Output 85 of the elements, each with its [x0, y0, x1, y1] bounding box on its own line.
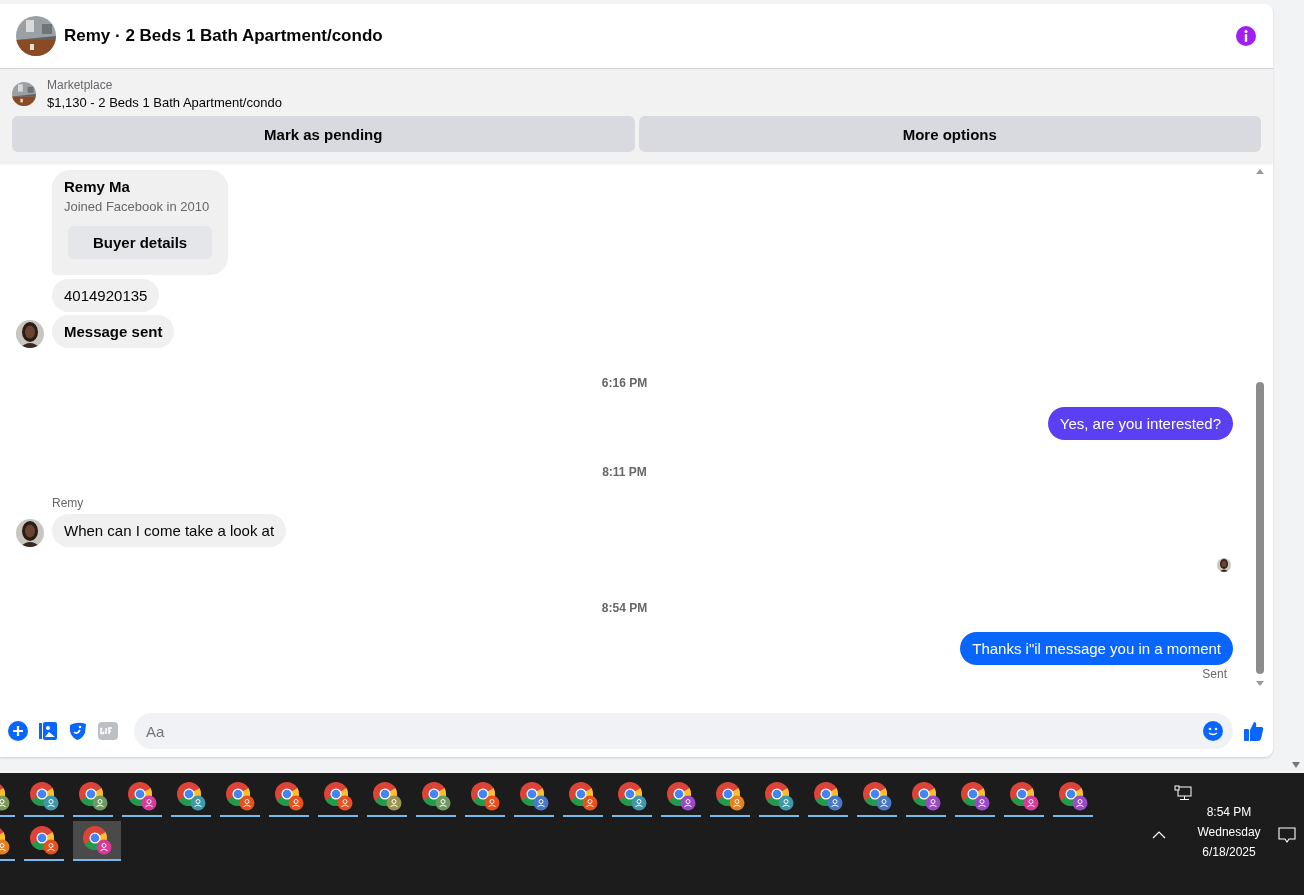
profile-badge-icon [778, 795, 794, 811]
browser-icon[interactable] [1058, 781, 1088, 811]
browser-icon[interactable] [127, 781, 157, 811]
profile-badge-icon [288, 795, 304, 811]
profile-badge-icon [141, 795, 157, 811]
profile-badge-icon [239, 795, 255, 811]
profile-badge-icon [533, 795, 549, 811]
profile-badge-icon [0, 839, 10, 855]
profile-badge-icon [925, 795, 941, 811]
listing-action-button[interactable]: Mark as pending [12, 116, 635, 152]
browser-icon[interactable] [617, 781, 647, 811]
browser-icon[interactable] [666, 781, 696, 811]
image-icon[interactable] [38, 721, 58, 741]
profile-badge-icon [190, 795, 206, 811]
profile-badge-icon [0, 795, 10, 811]
sender-name: Remy [52, 496, 84, 510]
browser-icon[interactable] [29, 825, 59, 855]
profile-badge-icon [386, 795, 402, 811]
profile-badge-icon [631, 795, 647, 811]
conversation-title: Remy · 2 Beds 1 Bath Apartment/condo [64, 26, 384, 46]
browser-icon[interactable] [911, 781, 941, 811]
listing-source: Marketplace [47, 78, 114, 92]
timestamp: 6:16 PM [600, 376, 649, 390]
browser-icon[interactable] [78, 781, 108, 811]
scroll-down-icon[interactable] [1291, 761, 1301, 769]
browser-icon[interactable] [372, 781, 402, 811]
delivery-status: Sent [1202, 667, 1228, 681]
avatar [1217, 558, 1231, 572]
browser-icon[interactable] [323, 781, 353, 811]
notification-icon[interactable] [1278, 827, 1296, 845]
profile-badge-icon [827, 795, 843, 811]
browser-icon[interactable] [82, 825, 112, 855]
emoji-icon[interactable] [1203, 721, 1223, 741]
browser-icon[interactable] [470, 781, 500, 811]
message-bubble: Message sent [52, 315, 175, 348]
profile-badge-icon [43, 839, 59, 855]
profile-badge-icon [729, 795, 745, 811]
browser-icon[interactable] [1009, 781, 1039, 811]
profile-badge-icon [582, 795, 598, 811]
info-icon[interactable] [1235, 25, 1257, 47]
browser-icon[interactable] [225, 781, 255, 811]
profile-badge-icon [1023, 795, 1039, 811]
browser-icon[interactable] [764, 781, 794, 811]
browser-icon[interactable] [274, 781, 304, 811]
timestamp: 8:11 PM [601, 465, 648, 479]
browser-icon[interactable] [519, 781, 549, 811]
network-icon[interactable] [1174, 785, 1192, 801]
message-bubble: Yes, are you interested? [1047, 407, 1233, 440]
buyer-name: Remy Ma [64, 178, 131, 195]
message-bubble: Thanks i"il message you in a moment [960, 632, 1233, 665]
profile-badge-icon [337, 795, 353, 811]
profile-badge-icon [876, 795, 892, 811]
clock-day[interactable]: Wednesday [1197, 825, 1261, 839]
add-icon[interactable] [8, 721, 28, 741]
profile-badge-icon [1072, 795, 1088, 811]
buyer-joined: Joined Facebook in 2010 [64, 199, 211, 214]
browser-icon[interactable] [715, 781, 745, 811]
clock-date[interactable]: 6/18/2025 [1202, 845, 1256, 859]
profile-badge-icon [43, 795, 59, 811]
browser-icon[interactable] [862, 781, 892, 811]
message-bubble: When can I come take a look at [52, 514, 287, 547]
profile-badge-icon [96, 839, 112, 855]
profile-badge-icon [92, 795, 108, 811]
sticker-icon[interactable] [68, 721, 88, 741]
browser-icon[interactable] [568, 781, 598, 811]
avatar [16, 519, 44, 547]
profile-badge-icon [974, 795, 990, 811]
message-bubble: 4014920135 [52, 279, 160, 312]
browser-icon[interactable] [421, 781, 451, 811]
message-input[interactable]: Aa [134, 713, 1233, 749]
browser-icon[interactable] [29, 781, 59, 811]
browser-icon[interactable] [176, 781, 206, 811]
avatar [16, 320, 44, 348]
profile-badge-icon [435, 795, 451, 811]
chevron-up-icon[interactable] [1152, 831, 1166, 839]
browser-icon[interactable] [960, 781, 990, 811]
buyer-details-button[interactable]: Buyer details [68, 226, 213, 259]
profile-badge-icon [484, 795, 500, 811]
profile-badge-icon [680, 795, 696, 811]
listing-action-button[interactable]: More options [638, 116, 1261, 152]
timestamp: 8:54 PM [600, 601, 649, 615]
browser-icon[interactable] [813, 781, 843, 811]
thumbs-up-icon[interactable] [1243, 720, 1265, 742]
clock-time[interactable]: 8:54 PM [1206, 805, 1252, 819]
listing-summary[interactable]: $1,130 - 2 Beds 1 Bath Apartment/condo [47, 95, 282, 110]
